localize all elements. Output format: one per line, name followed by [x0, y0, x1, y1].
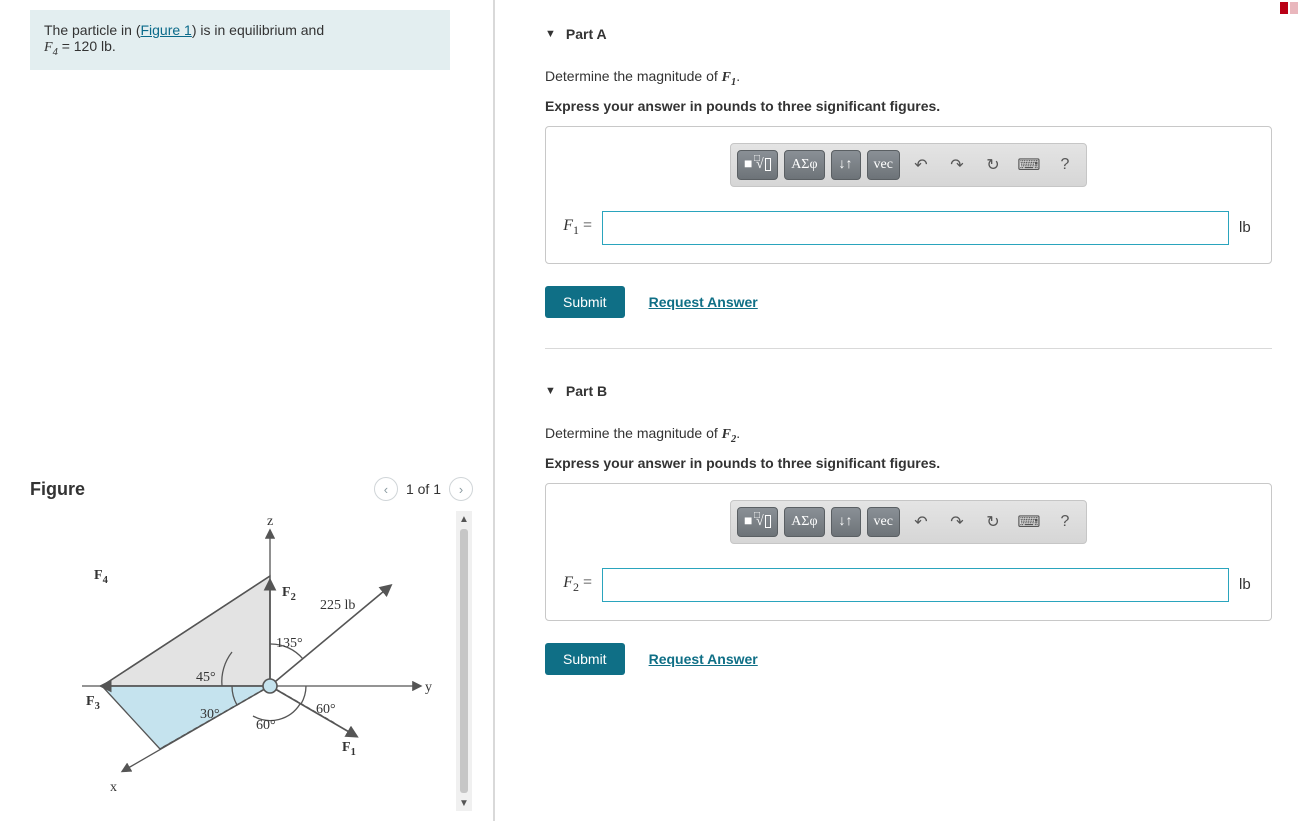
answer-lhs: F1 = — [558, 217, 592, 238]
reset-button[interactable]: ↻ — [978, 150, 1008, 180]
svg-text:x: x — [110, 780, 117, 795]
templates-button[interactable]: ■□ √ — [737, 150, 778, 180]
part-b-actions: Submit Request Answer — [545, 643, 1272, 675]
figure-scrollbar[interactable]: ▲ ▼ — [456, 511, 472, 811]
svg-text:225 lb: 225 lb — [320, 598, 355, 613]
answer-input-f1[interactable] — [602, 211, 1229, 245]
answer-unit: lb — [1239, 576, 1259, 593]
left-panel: The particle in (Figure 1) is in equilib… — [0, 0, 495, 821]
scroll-down-icon[interactable]: ▼ — [456, 795, 472, 811]
part-b-title: Part B — [566, 383, 607, 399]
part-b-prompt: Determine the magnitude of F2. — [545, 425, 1272, 445]
svg-text:z: z — [267, 514, 273, 529]
figure-frame: z y x F4 F2 225 lb F1 F3 135° 60° 60° 30… — [30, 511, 473, 811]
collapse-icon: ▼ — [545, 385, 556, 397]
undo-button[interactable]: ↶ — [906, 150, 936, 180]
part-a-answer-box: ■□ √ ΑΣφ ↓↑ vec ↶ ↷ ↻ ⌨ ? F1 = lb — [545, 126, 1272, 264]
part-a-actions: Submit Request Answer — [545, 286, 1272, 318]
svg-text:30°: 30° — [200, 707, 220, 722]
figure-page-indicator: 1 of 1 — [406, 481, 441, 497]
figure-header: Figure ‹ 1 of 1 › — [30, 449, 473, 501]
figure-link[interactable]: Figure 1 — [140, 22, 191, 38]
scroll-up-icon[interactable]: ▲ — [456, 511, 472, 527]
scroll-track[interactable] — [460, 529, 468, 793]
svg-text:F1: F1 — [342, 740, 356, 758]
problem-text: The particle in ( — [44, 22, 140, 38]
answer-lhs: F2 = — [558, 574, 592, 595]
figure-title: Figure — [30, 479, 85, 500]
part-a-header[interactable]: ▼ Part A — [545, 0, 1272, 48]
vector-button[interactable]: vec — [867, 507, 900, 537]
undo-button[interactable]: ↶ — [906, 507, 936, 537]
figure-pager: ‹ 1 of 1 › — [374, 477, 473, 501]
svg-text:45°: 45° — [196, 670, 216, 685]
svg-text:F4: F4 — [94, 568, 109, 586]
problem-text-2: ) is in equilibrium and — [192, 22, 324, 38]
part-a-hint: Express your answer in pounds to three s… — [545, 98, 1272, 114]
right-panel: ▼ Part A Determine the magnitude of F1. … — [495, 0, 1302, 821]
equation-toolbar: ■□ √ ΑΣφ ↓↑ vec ↶ ↷ ↻ ⌨ ? — [730, 500, 1087, 544]
answer-line: F1 = lb — [558, 211, 1259, 245]
subscript-button[interactable]: ↓↑ — [831, 150, 861, 180]
svg-text:135°: 135° — [276, 636, 303, 651]
keyboard-button[interactable]: ⌨ — [1014, 507, 1044, 537]
svg-text:F2: F2 — [282, 585, 296, 603]
part-b-answer-box: ■□ √ ΑΣφ ↓↑ vec ↶ ↷ ↻ ⌨ ? F2 = lb — [545, 483, 1272, 621]
vector-button[interactable]: vec — [867, 150, 900, 180]
figure-next-button[interactable]: › — [449, 477, 473, 501]
part-b-hint: Express your answer in pounds to three s… — [545, 455, 1272, 471]
svg-text:60°: 60° — [316, 702, 336, 717]
greek-button[interactable]: ΑΣφ — [784, 150, 824, 180]
redo-button[interactable]: ↷ — [942, 150, 972, 180]
request-answer-link[interactable]: Request Answer — [649, 294, 758, 310]
svg-text:60°: 60° — [256, 718, 276, 733]
greek-button[interactable]: ΑΣφ — [784, 507, 824, 537]
problem-statement: The particle in (Figure 1) is in equilib… — [30, 10, 450, 70]
subscript-button[interactable]: ↓↑ — [831, 507, 861, 537]
figure-prev-button[interactable]: ‹ — [374, 477, 398, 501]
reset-button[interactable]: ↻ — [978, 507, 1008, 537]
var-f4: F4 — [44, 40, 58, 55]
f4-value: = 120 lb. — [58, 38, 116, 54]
templates-button[interactable]: ■□ √ — [737, 507, 778, 537]
redo-button[interactable]: ↷ — [942, 507, 972, 537]
equation-toolbar: ■□ √ ΑΣφ ↓↑ vec ↶ ↷ ↻ ⌨ ? — [730, 143, 1087, 187]
figure-diagram: z y x F4 F2 225 lb F1 F3 135° 60° 60° 30… — [30, 511, 450, 811]
part-a: ▼ Part A Determine the magnitude of F1. … — [545, 0, 1272, 349]
svg-text:F3: F3 — [86, 694, 100, 712]
part-b-header[interactable]: ▼ Part B — [545, 357, 1272, 405]
answer-input-f2[interactable] — [602, 568, 1229, 602]
help-button[interactable]: ? — [1050, 150, 1080, 180]
answer-unit: lb — [1239, 219, 1259, 236]
part-a-prompt: Determine the magnitude of F1. — [545, 68, 1272, 88]
svg-text:y: y — [425, 680, 432, 695]
review-icon[interactable] — [1280, 2, 1298, 14]
request-answer-link[interactable]: Request Answer — [649, 651, 758, 667]
submit-button[interactable]: Submit — [545, 643, 625, 675]
help-button[interactable]: ? — [1050, 507, 1080, 537]
part-b: ▼ Part B Determine the magnitude of F2. … — [545, 357, 1272, 705]
submit-button[interactable]: Submit — [545, 286, 625, 318]
collapse-icon: ▼ — [545, 28, 556, 40]
keyboard-button[interactable]: ⌨ — [1014, 150, 1044, 180]
part-a-title: Part A — [566, 26, 607, 42]
answer-line: F2 = lb — [558, 568, 1259, 602]
